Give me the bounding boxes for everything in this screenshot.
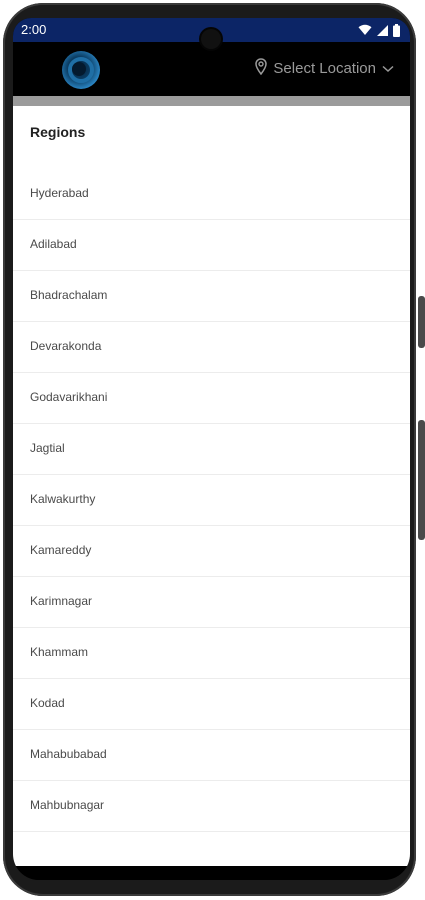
region-label: Godavarikhani bbox=[30, 390, 108, 404]
region-label: Mahabubabad bbox=[30, 747, 107, 761]
app-header: Select Location bbox=[13, 42, 410, 96]
volume-button bbox=[418, 420, 425, 540]
list-item[interactable]: Devarakonda bbox=[13, 322, 410, 373]
map-pin-icon bbox=[255, 58, 268, 80]
list-item[interactable]: Adilabad bbox=[13, 220, 410, 271]
list-item[interactable]: Mahabubabad bbox=[13, 730, 410, 781]
region-label: Kamareddy bbox=[30, 543, 92, 557]
wifi-icon bbox=[358, 24, 372, 36]
region-label: Kalwakurthy bbox=[30, 492, 96, 506]
region-label: Khammam bbox=[30, 645, 89, 659]
header-divider bbox=[13, 96, 410, 106]
list-item[interactable]: Godavarikhani bbox=[13, 373, 410, 424]
page-title: Regions bbox=[30, 124, 86, 140]
front-camera bbox=[201, 29, 221, 49]
list-item[interactable]: Mahbubnagar bbox=[13, 781, 410, 832]
region-label: Devarakonda bbox=[30, 339, 102, 353]
power-button bbox=[418, 296, 425, 348]
region-label: Adilabad bbox=[30, 237, 77, 251]
region-list: Hyderabad Adilabad Bhadrachalam Devarako… bbox=[13, 169, 410, 832]
list-item[interactable]: Jagtial bbox=[13, 424, 410, 475]
region-label: Karimnagar bbox=[30, 594, 93, 608]
location-selector[interactable]: Select Location bbox=[255, 57, 394, 81]
location-label: Select Location bbox=[273, 60, 376, 77]
phone-screen: 2:00 Select Location Regions Hyderabad A… bbox=[13, 18, 410, 880]
signal-icon bbox=[377, 24, 388, 36]
device-frame: 2:00 Select Location Regions Hyderabad A… bbox=[0, 0, 425, 900]
list-item[interactable]: Karimnagar bbox=[13, 577, 410, 628]
region-label: Hyderabad bbox=[30, 186, 89, 200]
region-label: Kodad bbox=[30, 696, 65, 710]
list-item[interactable]: Kamareddy bbox=[13, 526, 410, 577]
battery-icon bbox=[393, 23, 400, 37]
status-time: 2:00 bbox=[21, 22, 47, 37]
region-label: Bhadrachalam bbox=[30, 288, 108, 302]
chevron-down-icon bbox=[382, 60, 394, 78]
list-item[interactable]: Bhadrachalam bbox=[13, 271, 410, 322]
list-item[interactable]: Khammam bbox=[13, 628, 410, 679]
region-label: Jagtial bbox=[30, 441, 65, 455]
status-icons bbox=[358, 23, 400, 37]
navigation-bar bbox=[13, 866, 410, 880]
regions-panel: Regions Hyderabad Adilabad Bhadrachalam … bbox=[13, 106, 410, 866]
list-item[interactable]: Kalwakurthy bbox=[13, 475, 410, 526]
region-label: Mahbubnagar bbox=[30, 798, 105, 812]
list-item[interactable]: Hyderabad bbox=[13, 169, 410, 220]
app-logo[interactable] bbox=[61, 50, 101, 90]
list-item[interactable]: Kodad bbox=[13, 679, 410, 730]
